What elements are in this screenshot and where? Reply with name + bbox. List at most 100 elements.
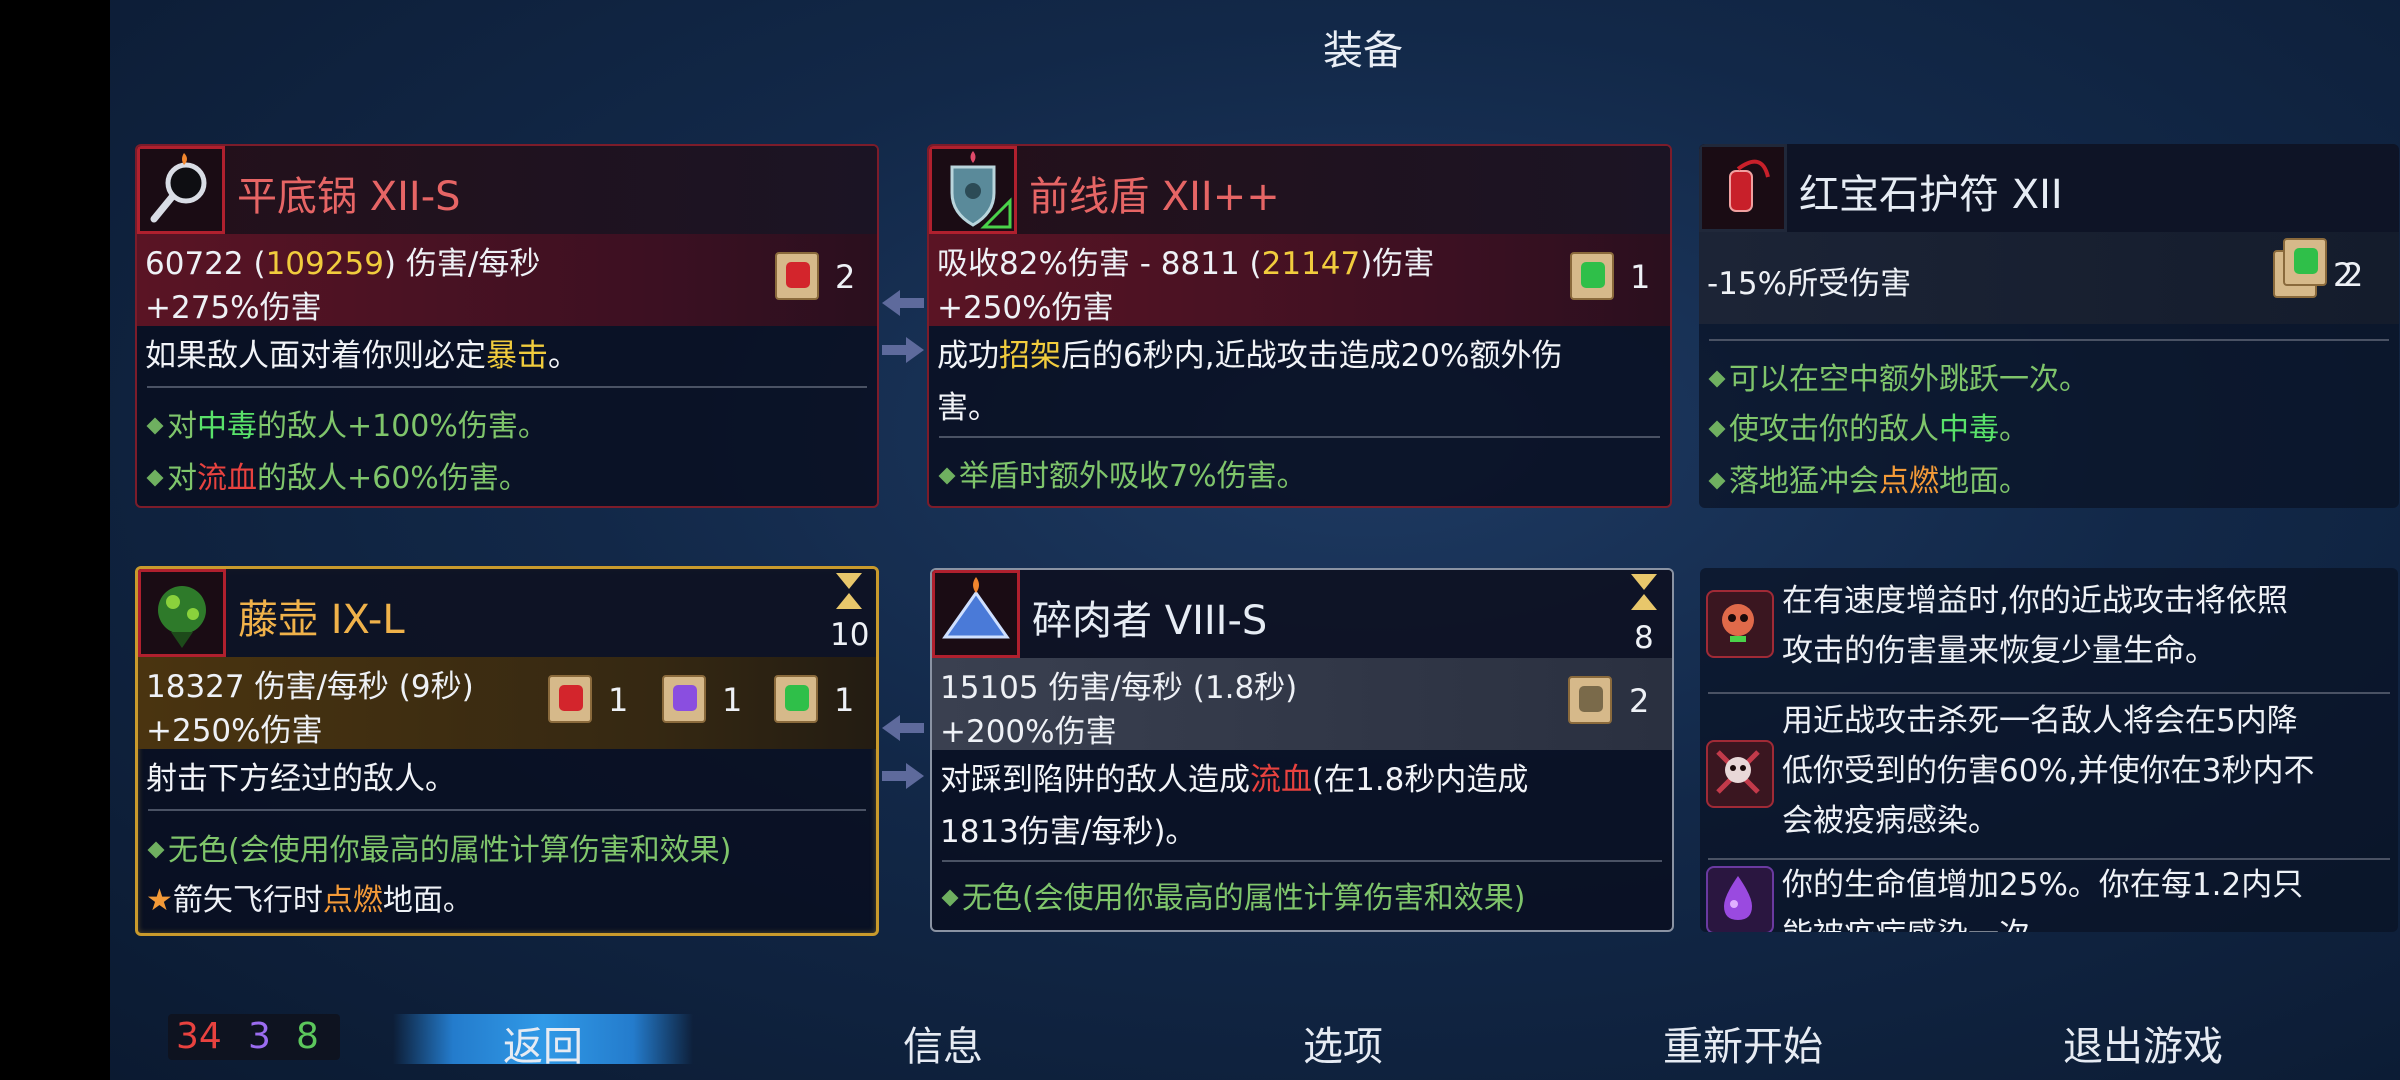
absorb-line: 吸收82%伤害 - 8811 (21147)伤害 (937, 246, 1435, 282)
restart-button[interactable]: 重新开始 (1623, 1014, 1863, 1072)
scroll-count: 2 (835, 258, 856, 296)
brutality-count: 34 (176, 1016, 222, 1057)
back-button[interactable]: 返回 (443, 1014, 643, 1072)
affix-line: 对中毒的敌人+100%伤害。 (145, 401, 548, 445)
mutation-description: 在有速度增益时,你的近战攻击将依照 攻击的伤害量来恢复少量生命。 (1782, 583, 2288, 669)
dps-line: 18327 伤害/每秒 (9秒) (146, 669, 474, 705)
cooldown-hourglass-icon (836, 573, 862, 609)
card-header: 前线盾 XII++ (929, 146, 1670, 234)
card-meat-grinder[interactable]: 碎肉者 VIII-S 8 15105 伤害/每秒 (1.8秒) +200%伤害 … (930, 568, 1674, 932)
stat-band: 18327 伤害/每秒 (9秒) +250%伤害 1 1 1 (138, 657, 876, 749)
divider (1709, 339, 2389, 341)
affix-line: 可以在空中额外跳跃一次。 (1707, 354, 2089, 398)
item-description: 射击下方经过的敌人。 (146, 761, 456, 797)
ruby-amulet-icon (1699, 144, 1787, 232)
cooldown-value: 10 (830, 617, 870, 653)
brutality-scroll-icon (769, 246, 825, 306)
affix-line: 使攻击你的敌人中毒。 (1707, 404, 2029, 448)
info-button[interactable]: 信息 (843, 1014, 1043, 1072)
shield-icon (929, 146, 1017, 234)
divider (942, 860, 1662, 862)
item-name: 前线盾 XII++ (1029, 174, 1280, 220)
affix-line: 落地猛冲会点燃地面。 (1707, 456, 2029, 500)
scroll-count: 2 (1629, 682, 1650, 720)
affix-line: 无色(会使用你最高的属性计算伤害和效果) (940, 873, 1525, 917)
divider (147, 386, 867, 388)
star-icon: ★ (146, 883, 173, 918)
divider (148, 809, 866, 811)
tactics-count: 3 (248, 1016, 271, 1057)
survival-scroll-icon (1564, 246, 1620, 306)
damage-bonus: +250%伤害 (146, 713, 323, 749)
swap-left-arrow-icon (882, 290, 924, 316)
card-header: 碎肉者 VIII-S 8 (932, 570, 1672, 658)
scroll-count: 1 (834, 681, 855, 719)
item-name: 藤壶 IX-L (238, 597, 405, 643)
mutations-panel: 在有速度增益时,你的近战攻击将依照 攻击的伤害量来恢复少量生命。 用近战攻击杀死一… (1700, 568, 2398, 932)
stat-cells: 34 3 8 (168, 1014, 340, 1060)
card-header: 红宝石护符 XII (1699, 144, 2399, 232)
card-front-shield[interactable]: 前线盾 XII++ 吸收82%伤害 - 8811 (21147)伤害 +250%… (927, 144, 1672, 508)
survival-scroll-icon (2277, 232, 2333, 292)
scroll-count: 2 (2343, 256, 2364, 294)
mutation-description: 用近战攻击杀死一名敌人将会在5内降 低你受到的伤害60%,并使你在3秒内不 会被疫病… (1782, 703, 2315, 839)
item-description: 成功招架后的6秒内,近战攻击造成20%额外伤 (937, 338, 1563, 374)
options-button[interactable]: 选项 (1243, 1014, 1443, 1072)
tactics-scroll-icon (656, 669, 712, 729)
card-ruby-amulet[interactable]: 红宝石护符 XII -15%所受伤害 2 可以在空中额外跳跃一次。 使攻击你的敌… (1699, 144, 2399, 508)
item-name: 平底锅 XII-S (237, 174, 461, 220)
frying-pan-icon (137, 146, 225, 234)
affix-line: 举盾时额外吸收7%伤害。 (937, 451, 1307, 495)
affix-line: 对流血的敌人+60%伤害。 (145, 453, 529, 497)
item-name: 碎肉者 VIII-S (1032, 598, 1268, 644)
divider (1708, 692, 2390, 694)
cooldown-value: 8 (1634, 620, 1654, 656)
scroll-count: 1 (722, 681, 743, 719)
mutation-item[interactable]: 用近战攻击杀死一名敌人将会在5内降 低你受到的伤害60%,并使你在3秒内不 会被疫病… (1700, 696, 2390, 856)
scroll-count: 1 (608, 681, 629, 719)
stat-band: 吸收82%伤害 - 8811 (21147)伤害 +250%伤害 1 (929, 234, 1670, 326)
damage-reduction: -15%所受伤害 (1707, 266, 1912, 302)
skull-heal-icon (1706, 590, 1774, 658)
swap-left-arrow-icon (882, 715, 924, 741)
legendary-affix-line: ★箭矢飞行时点燃地面。 (146, 883, 473, 918)
item-description-line2: 1813伤害/每秒)。 (940, 814, 1197, 850)
item-name: 红宝石护符 XII (1799, 172, 2063, 218)
item-description-line2: 害。 (937, 390, 999, 426)
left-black-bar (0, 0, 110, 1080)
stat-band: 15105 伤害/每秒 (1.8秒) +200%伤害 2 (932, 658, 1672, 750)
item-description: 对踩到陷阱的敌人造成流血(在1.8秒内造成 (940, 762, 1529, 798)
survival-count: 8 (296, 1016, 319, 1057)
affix-line: 无色(会使用你最高的属性计算伤害和效果) (146, 825, 731, 869)
swap-right-arrow-icon (882, 763, 924, 789)
survival-scroll-icon (768, 669, 824, 729)
damage-bonus: +275%伤害 (145, 290, 322, 326)
vine-pot-icon (138, 569, 226, 657)
scroll-count: 1 (1630, 258, 1651, 296)
colorless-scroll-icon (1562, 670, 1618, 730)
card-header: 平底锅 XII-S (137, 146, 877, 234)
divider (939, 436, 1660, 438)
card-header: 藤壶 IX-L 10 (138, 569, 876, 657)
dps-line: 60722 (109259) 伤害/每秒 (145, 246, 541, 282)
damage-bonus: +250%伤害 (937, 290, 1114, 326)
dps-line: 15105 伤害/每秒 (1.8秒) (940, 670, 1298, 706)
mutation-item[interactable]: 在有速度增益时,你的近战攻击将依照 攻击的伤害量来恢复少量生命。 (1700, 568, 2390, 688)
bottom-menu: 34 3 8 返回 信息 选项 重新开始 退出游戏 (110, 1000, 2400, 1080)
meat-grinder-icon (932, 570, 1020, 658)
card-frying-pan[interactable]: 平底锅 XII-S 60722 (109259) 伤害/每秒 +275%伤害 2… (135, 144, 879, 508)
skull-crossbones-icon (1706, 740, 1774, 808)
swap-right-arrow-icon (882, 337, 924, 363)
page-title: 装备 (1323, 28, 1403, 74)
stat-band: 60722 (109259) 伤害/每秒 +275%伤害 2 (137, 234, 877, 326)
item-description: 如果敌人面对着你则必定暴击。 (145, 338, 579, 374)
purple-potion-icon (1706, 866, 1774, 932)
cooldown-hourglass-icon (1631, 574, 1657, 610)
mutation-description: 你的生命值增加25%。你在每1.2内只能被疫病感染一次。 (1782, 867, 2304, 932)
damage-bonus: +200%伤害 (940, 714, 1117, 750)
brutality-scroll-icon (542, 669, 598, 729)
mutation-item[interactable]: 你的生命值增加25%。你在每1.2内只能被疫病感染一次。 (1700, 860, 2390, 932)
equipment-screen: 装备 平底锅 XII-S 60722 (109259) 伤害/每秒 +275%伤… (110, 0, 2400, 1080)
quit-game-button[interactable]: 退出游戏 (2023, 1014, 2263, 1072)
card-vine-pot[interactable]: 藤壶 IX-L 10 18327 伤害/每秒 (9秒) +250%伤害 1 1 … (135, 566, 879, 936)
